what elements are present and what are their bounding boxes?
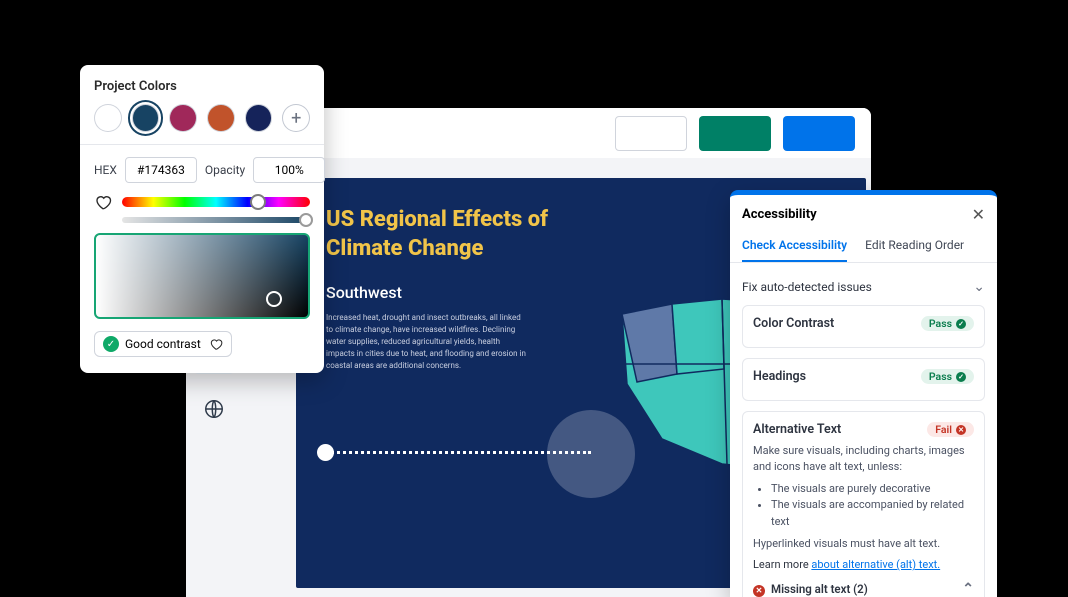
issue-title: Alternative Text — [753, 422, 841, 437]
missing-alt-header[interactable]: ✕Missing alt text (2) ⌃ — [753, 581, 974, 597]
list-item: The visuals are accompanied by related t… — [771, 497, 974, 530]
chevron-up-icon: ⌃ — [962, 581, 974, 597]
close-icon[interactable]: ✕ — [972, 205, 985, 224]
connector-start-dot — [317, 444, 334, 461]
status-badge-pass: Pass✓ — [921, 369, 974, 384]
alpha-slider[interactable] — [122, 217, 310, 223]
a11y-tabs: Check Accessibility Edit Reading Order — [730, 232, 997, 263]
issue-bullet-list: The visuals are purely decorative The vi… — [753, 481, 974, 531]
issue-alt-text: Alternative Text Fail✕ Make sure visuals… — [742, 411, 985, 597]
contrast-label: Good contrast — [125, 337, 201, 351]
add-swatch-button[interactable]: + — [282, 104, 310, 132]
slide-body-text: Increased heat, drought and insect outbr… — [326, 312, 526, 372]
hex-opacity-row: HEX Opacity — [94, 157, 310, 183]
accessibility-panel: Accessibility ✕ Check Accessibility Edit… — [730, 190, 997, 597]
saturation-thumb[interactable] — [266, 291, 282, 307]
hue-slider[interactable] — [122, 197, 310, 207]
issue-title: Color Contrast — [753, 316, 834, 331]
header-button-2[interactable] — [699, 116, 771, 151]
check-icon: ✓ — [103, 336, 119, 352]
saturation-box[interactable] — [94, 233, 310, 319]
opacity-label: Opacity — [205, 163, 245, 177]
hex-input[interactable] — [125, 157, 197, 183]
chevron-down-icon: ⌄ — [973, 279, 985, 295]
issue-hyper-note: Hyperlinked visuals must have alt text. — [753, 536, 974, 552]
learn-more-link[interactable]: about alternative (alt) text. — [811, 558, 940, 571]
issue-headings[interactable]: Headings Pass✓ — [742, 358, 985, 401]
tab-check-accessibility[interactable]: Check Accessibility — [742, 232, 847, 262]
list-item: The visuals are purely decorative — [771, 481, 974, 498]
swatch-magenta[interactable] — [169, 104, 197, 132]
status-badge-pass: Pass✓ — [921, 316, 974, 331]
contrast-chip: ✓ Good contrast — [94, 331, 232, 357]
issue-title: Headings — [753, 369, 806, 384]
tab-edit-reading-order[interactable]: Edit Reading Order — [865, 232, 964, 262]
learn-more: Learn more about alternative (alt) text. — [753, 558, 974, 571]
issue-color-contrast[interactable]: Color Contrast Pass✓ — [742, 305, 985, 348]
swatch-orange[interactable] — [207, 104, 235, 132]
color-panel-title: Project Colors — [94, 79, 310, 94]
favorite-icon[interactable] — [94, 193, 112, 211]
status-badge-fail: Fail✕ — [927, 422, 974, 437]
fix-issues-row[interactable]: Fix auto-detected issues ⌄ — [742, 273, 985, 305]
alpha-thumb[interactable] — [299, 213, 313, 227]
favorite-icon-small[interactable] — [209, 337, 223, 351]
swatch-navy[interactable] — [132, 104, 160, 132]
a11y-title: Accessibility — [742, 207, 817, 222]
swatch-white[interactable] — [94, 104, 122, 132]
issue-description: Make sure visuals, including charts, ima… — [753, 443, 974, 475]
project-colors-panel: Project Colors + HEX Opacity ✓ Good cont… — [80, 65, 324, 373]
connector-line — [326, 451, 591, 454]
fix-issues-label: Fix auto-detected issues — [742, 280, 872, 294]
globe-icon[interactable] — [193, 388, 235, 430]
swatch-darkblue[interactable] — [245, 104, 273, 132]
hue-thumb[interactable] — [250, 194, 266, 210]
connector-highlight-circle — [547, 410, 635, 498]
hex-label: HEX — [94, 163, 117, 177]
header-button-3[interactable] — [783, 116, 855, 151]
header-button-1[interactable] — [615, 116, 687, 151]
error-icon: ✕ — [753, 585, 765, 597]
opacity-input[interactable] — [253, 157, 325, 183]
swatch-row: + — [94, 104, 310, 132]
